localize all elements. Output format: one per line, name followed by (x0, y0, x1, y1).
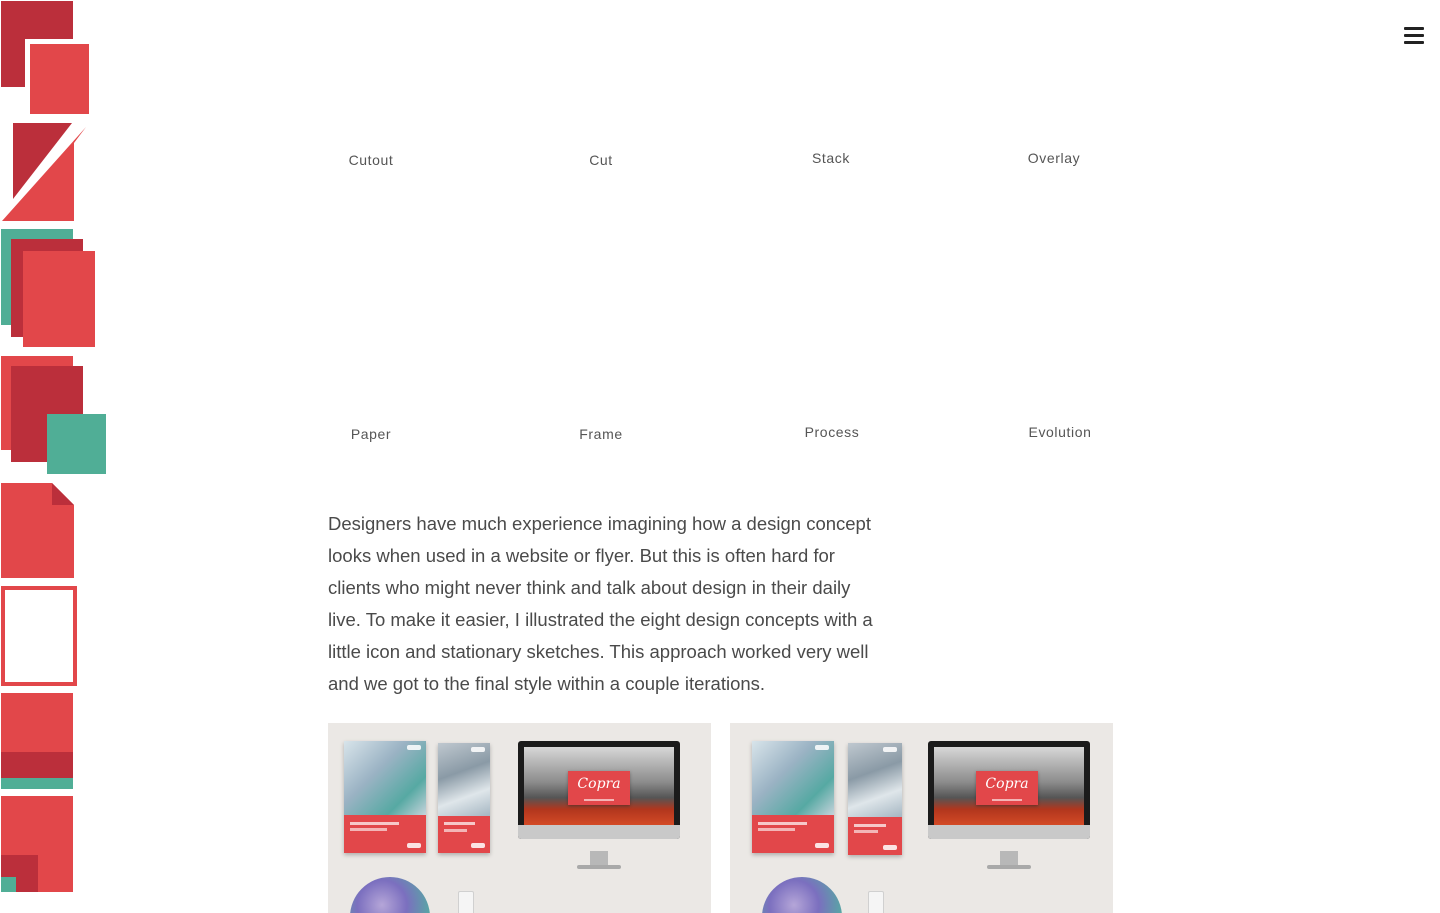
stationery-mockup-image[interactable]: Copra (730, 723, 1113, 913)
concept-label: Frame (579, 426, 623, 442)
menu-bar (1404, 27, 1424, 30)
flyer-sketch (848, 743, 902, 855)
screen-logo-card: Copra (568, 771, 630, 805)
frame-icon (1, 586, 77, 686)
cutout-icon (1, 1, 91, 115)
stack-icon (1, 229, 95, 347)
monitor-base (577, 865, 621, 869)
stationery-mockup-image[interactable]: Copra (328, 723, 711, 913)
phone-sketch (458, 891, 474, 913)
brand-name: Copra (577, 776, 621, 792)
concept-label: Paper (350, 426, 392, 442)
concept-label: Overlay (1027, 150, 1081, 166)
concept-overlay: Overlay (0, 150, 1440, 482)
concept-evolution: Evolution (0, 424, 1440, 898)
menu-bar (1404, 34, 1424, 37)
cd-sketch (350, 877, 430, 913)
brochure-sketch (752, 741, 834, 853)
evolution-icon (1, 796, 73, 892)
concept-label: Process (804, 424, 860, 440)
concept-label: Evolution (1028, 424, 1092, 440)
menu-bar (1404, 41, 1424, 44)
concept-cutout: Cutout (0, 0, 1440, 168)
cut-icon (2, 123, 86, 221)
concept-process: Process (0, 424, 1440, 795)
hamburger-menu-icon[interactable] (1402, 24, 1426, 46)
process-icon (1, 693, 73, 789)
concept-label: Stack (811, 150, 850, 166)
phone-sketch (868, 891, 884, 913)
brochure-sketch (344, 741, 426, 853)
flyer-sketch (438, 743, 490, 853)
concept-label: Cut (589, 152, 613, 168)
monitor-base (987, 865, 1031, 869)
concept-label: Cutout (348, 152, 394, 168)
cd-sketch (762, 877, 842, 913)
paper-icon (1, 483, 74, 578)
concept-icon-grid: Cutout Cut Stack Overlay Paper Frame Pro… (0, 0, 1440, 898)
concept-stack: Stack (0, 150, 1440, 355)
overlay-icon (1, 356, 106, 474)
screen-logo-card: Copra (976, 771, 1038, 805)
intro-paragraph: Designers have much experience imagining… (328, 513, 873, 694)
brand-name: Copra (985, 776, 1029, 792)
concept-cut: Cut (0, 121, 1440, 228)
